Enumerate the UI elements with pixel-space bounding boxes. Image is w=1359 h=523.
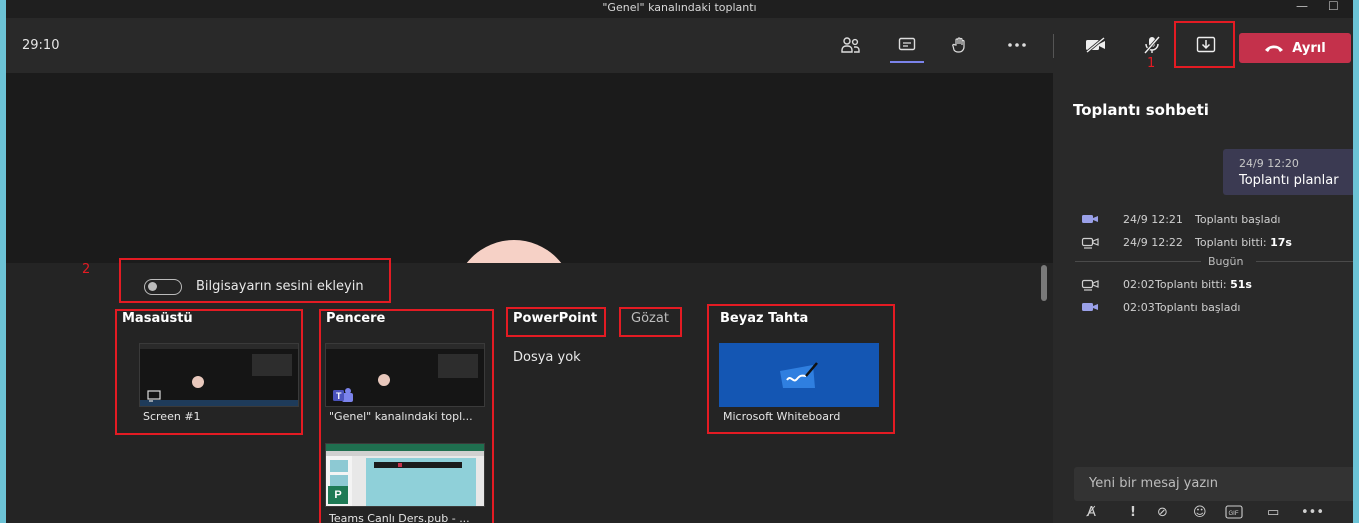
no-files-text: Dosya yok: [513, 350, 581, 365]
hang-up-icon: [1265, 45, 1284, 52]
chat-icon[interactable]: [894, 32, 920, 58]
meeting-chat-panel: Toplantı sohbeti 24/9 12:20 Toplantı pla…: [1053, 73, 1353, 523]
event-time: 02:03: [1123, 301, 1155, 314]
message-placeholder: Yeni bir mesaj yazın: [1089, 476, 1219, 491]
highlight-desktop: [115, 309, 303, 435]
message-input[interactable]: Yeni bir mesaj yazın: [1074, 467, 1353, 501]
event-text: Toplantı bitti: 51s: [1155, 278, 1252, 291]
avatar: [454, 240, 574, 263]
leave-button[interactable]: Ayrıl: [1239, 33, 1351, 63]
meeting-started-icon: [1082, 303, 1098, 311]
chat-message: 24/9 12:20 Toplantı planlar: [1223, 149, 1353, 195]
maximize-icon[interactable]: ☐: [1328, 0, 1339, 13]
annotation-step-1: 1: [1147, 56, 1156, 71]
date-divider: [1256, 261, 1353, 262]
window-title: "Genel" kanalındaki toplantı: [602, 1, 757, 14]
meeting-ended-icon: [1081, 237, 1099, 249]
date-divider: [1075, 261, 1201, 262]
meeting-timer: 29:10: [22, 38, 60, 53]
leave-label: Ayrıl: [1292, 40, 1326, 56]
highlight-audio-toggle: [119, 258, 391, 303]
more-options-icon[interactable]: [1004, 32, 1030, 58]
video-stage: [6, 73, 1053, 263]
event-text: Toplantı bitti: 17s: [1195, 236, 1292, 249]
participants-icon[interactable]: [838, 32, 864, 58]
teams-meeting-window: "Genel" kanalındaki toplantı — ☐ 29:10 A…: [6, 0, 1353, 523]
mic-off-icon[interactable]: [1139, 32, 1165, 58]
event-text: Toplantı başladı: [1155, 301, 1241, 314]
minimize-icon[interactable]: —: [1296, 0, 1308, 13]
event-time: 02:02: [1123, 278, 1155, 291]
event-text: Toplantı başladı: [1195, 213, 1281, 226]
gif-icon[interactable]: GIF: [1225, 505, 1243, 523]
raise-hand-icon[interactable]: [947, 32, 973, 58]
tray-scrollbar[interactable]: [1041, 265, 1047, 301]
format-icon[interactable]: A̸: [1087, 505, 1096, 520]
more-compose-icon[interactable]: •••: [1301, 505, 1324, 520]
toolbar-divider: [1053, 34, 1054, 58]
message-time: 24/9 12:20: [1239, 157, 1299, 170]
highlight-powerpoint: [506, 307, 606, 337]
highlight-whiteboard: [707, 304, 895, 434]
message-text: Toplantı planlar: [1239, 173, 1339, 188]
chat-title: Toplantı sohbeti: [1073, 101, 1209, 119]
emoji-icon[interactable]: ☺: [1193, 505, 1207, 520]
event-time: 24/9 12:21: [1123, 213, 1183, 226]
annotation-step-2: 2: [82, 262, 91, 277]
sticker-icon[interactable]: ▭: [1267, 505, 1279, 520]
highlight-browse: [619, 307, 682, 337]
today-label: Bugün: [1208, 255, 1244, 268]
meeting-started-icon: [1082, 215, 1098, 223]
highlight-share-button: [1174, 21, 1235, 68]
camera-off-icon[interactable]: [1083, 32, 1109, 58]
attach-icon[interactable]: ⊘: [1157, 505, 1168, 520]
highlight-window: [319, 309, 494, 523]
meeting-ended-icon: [1081, 279, 1099, 291]
chat-active-indicator: [890, 61, 924, 63]
title-bar: "Genel" kanalındaki toplantı — ☐: [6, 0, 1353, 18]
svg-text:GIF: GIF: [1229, 511, 1239, 517]
important-icon[interactable]: !: [1130, 505, 1136, 520]
event-time: 24/9 12:22: [1123, 236, 1183, 249]
